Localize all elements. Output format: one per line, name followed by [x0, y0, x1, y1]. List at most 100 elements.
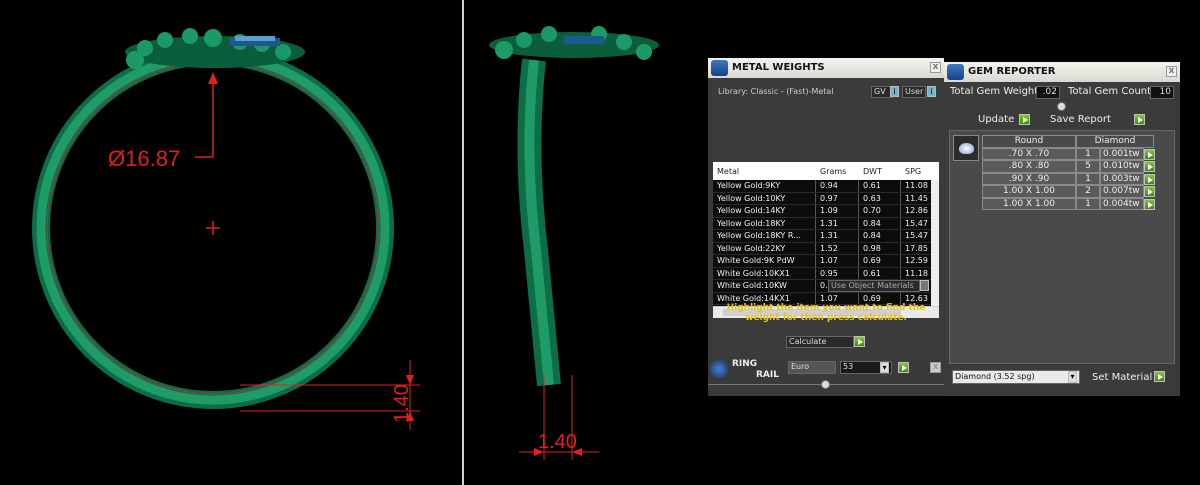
cad-viewport: Ø16.87 1.40 1.40 METAL WEIGHTS x Library… [0, 0, 1200, 485]
ring-rail-icon [710, 360, 728, 378]
dwt-value: 0.69 [863, 256, 881, 265]
metal-row[interactable]: Yellow Gold:10KY 0.97 0.63 11.45 [713, 192, 931, 205]
gem-reporter-title: GEM REPORTER [968, 66, 1056, 77]
ring-rail-title-2: RAIL [756, 370, 779, 380]
calculate-go-icon[interactable] [854, 336, 865, 347]
col-spg[interactable]: SPG [905, 167, 921, 176]
metal-name: White Gold:14KX1 [717, 293, 790, 303]
gem-count: 1 [1076, 197, 1100, 210]
dwt-value: 0.61 [863, 268, 881, 278]
update-go-icon[interactable] [1019, 114, 1030, 125]
gem-list-area: Round Diamond .70 X .70 1 0.001tw .80 X .80 5 0… [949, 130, 1175, 364]
metal-name: Yellow Gold:18KY [717, 218, 786, 228]
ring-standard-field[interactable]: Euro [788, 361, 836, 374]
spg-value: 15.47 [905, 218, 928, 228]
set-material-label[interactable]: Set Material [1092, 372, 1152, 383]
material-select[interactable]: Diamond (3.52 spg) [952, 370, 1080, 384]
grams-value: 1.31 [820, 218, 838, 228]
front-view: Ø16.87 1.40 [32, 28, 420, 430]
gem-row-go-icon[interactable] [1144, 186, 1155, 197]
metal-table-vscroll[interactable] [931, 180, 939, 306]
gv-info-icon[interactable]: i [890, 86, 899, 97]
user-toggle[interactable]: User [902, 86, 926, 98]
diameter-label: Ø16.87 [108, 146, 180, 171]
metal-row[interactable]: Yellow Gold:22KY 1.52 0.98 17.85 [713, 242, 931, 255]
total-gem-count-value: 10 [1150, 86, 1174, 99]
close-icon[interactable]: x [930, 62, 941, 73]
grams-value: 0.97 [820, 193, 838, 203]
gem-col-round: Round [982, 135, 1076, 148]
total-gem-weight-label: Total Gem Weight [950, 86, 1039, 97]
spg-value: 12.86 [905, 206, 928, 215]
ring-rail-panel: RING RAIL Euro 53 ▾ x [708, 358, 944, 396]
metal-row[interactable]: White Gold:9K PdW 1.07 0.69 12.59 [713, 255, 931, 268]
gem-reporter-panel: GEM REPORTER x Total Gem Weight .02 Tota… [944, 62, 1180, 396]
grams-value: 0.94 [820, 181, 838, 190]
diameter-dimension [195, 72, 220, 235]
chevron-down-icon[interactable]: ▾ [880, 362, 889, 373]
total-gem-weight-value: .02 [1036, 86, 1060, 99]
side-view: 1.40 [489, 26, 659, 460]
dwt-value: 0.84 [863, 218, 881, 228]
update-label[interactable]: Update [978, 114, 1014, 125]
gem-weight: 0.003tw [1100, 172, 1144, 185]
gem-row-go-icon[interactable] [1144, 148, 1155, 160]
calculate-button[interactable]: Calculate [786, 336, 854, 348]
gem-size: .80 X .80 [982, 160, 1076, 173]
dwt-value: 0.84 [863, 231, 881, 240]
metal-name: Yellow Gold:22KY [717, 243, 786, 253]
gem-weight: 0.004tw [1100, 197, 1144, 210]
col-dwt[interactable]: DWT [863, 167, 882, 176]
metal-row[interactable]: Yellow Gold:18KY 1.31 0.84 15.47 [713, 217, 931, 230]
set-material-go-icon[interactable] [1154, 371, 1165, 382]
metal-row[interactable]: White Gold:10KX1 0.95 0.61 11.18 [713, 267, 931, 280]
grams-value: 0.95 [820, 268, 838, 278]
material-chevron-down-icon[interactable]: ▾ [1068, 371, 1077, 383]
gem-size: .70 X .70 [982, 147, 1076, 160]
metal-row[interactable]: Yellow Gold:9KY 0.94 0.61 11.08 [713, 180, 931, 193]
save-report-label[interactable]: Save Report [1050, 114, 1111, 125]
metal-row[interactable]: Yellow Gold:18KY R... 1.31 0.84 15.47 [713, 230, 931, 243]
gem-count: 1 [1076, 172, 1100, 185]
spg-value: 11.08 [905, 181, 928, 190]
spg-value: 12.63 [905, 293, 928, 303]
width-label: 1.40 [538, 431, 577, 453]
gem-expand-icon[interactable] [1057, 102, 1066, 111]
ring-rail-title-1: RING [732, 359, 758, 369]
spg-value: 12.59 [905, 256, 928, 265]
use-object-materials-toggle[interactable] [920, 280, 929, 291]
grams-value: 1.07 [820, 256, 838, 265]
metal-row[interactable]: Yellow Gold:14KY 1.09 0.70 12.86 [713, 205, 931, 218]
dwt-value: 0.70 [863, 206, 881, 215]
ring-rail-close-icon[interactable]: x [930, 362, 941, 373]
grams-value: 1.09 [820, 206, 838, 215]
col-grams[interactable]: Grams [820, 167, 846, 176]
thickness-label: 1.40 [391, 384, 413, 423]
dwt-value: 0.98 [863, 243, 881, 253]
metal-weights-panel: METAL WEIGHTS x Library: Classic - (Fast… [708, 58, 944, 358]
gem-icon [947, 64, 964, 80]
instruction-text: Highlight the item you want to find the … [726, 303, 926, 323]
ring-rail-go-icon[interactable] [898, 362, 909, 373]
dwt-value: 0.63 [863, 193, 881, 203]
grams-value: 1.31 [820, 231, 838, 240]
gem-reporter-header: GEM REPORTER x [944, 62, 1180, 82]
gem-row-go-icon[interactable] [1144, 198, 1155, 210]
save-report-go-icon[interactable] [1134, 114, 1145, 125]
flask-icon [711, 60, 728, 76]
user-info-icon[interactable]: i [927, 86, 936, 97]
metal-name: White Gold:10KW [717, 281, 787, 290]
spg-value: 11.45 [905, 193, 928, 203]
col-metal[interactable]: Metal [717, 167, 739, 176]
ring-ornament [125, 28, 305, 69]
gem-col-diamond: Diamond [1076, 135, 1154, 148]
gem-row-go-icon[interactable] [1144, 161, 1155, 172]
metal-name: White Gold:10KX1 [717, 268, 790, 278]
use-object-materials[interactable]: Use Object Materials [828, 280, 920, 292]
gem-row-go-icon[interactable] [1144, 173, 1155, 185]
close-icon[interactable]: x [1166, 66, 1177, 77]
expand-icon[interactable] [821, 380, 830, 389]
dwt-value: 0.61 [863, 181, 881, 190]
metal-name: Yellow Gold:10KY [717, 193, 786, 203]
grams-value: 1.52 [820, 243, 838, 253]
